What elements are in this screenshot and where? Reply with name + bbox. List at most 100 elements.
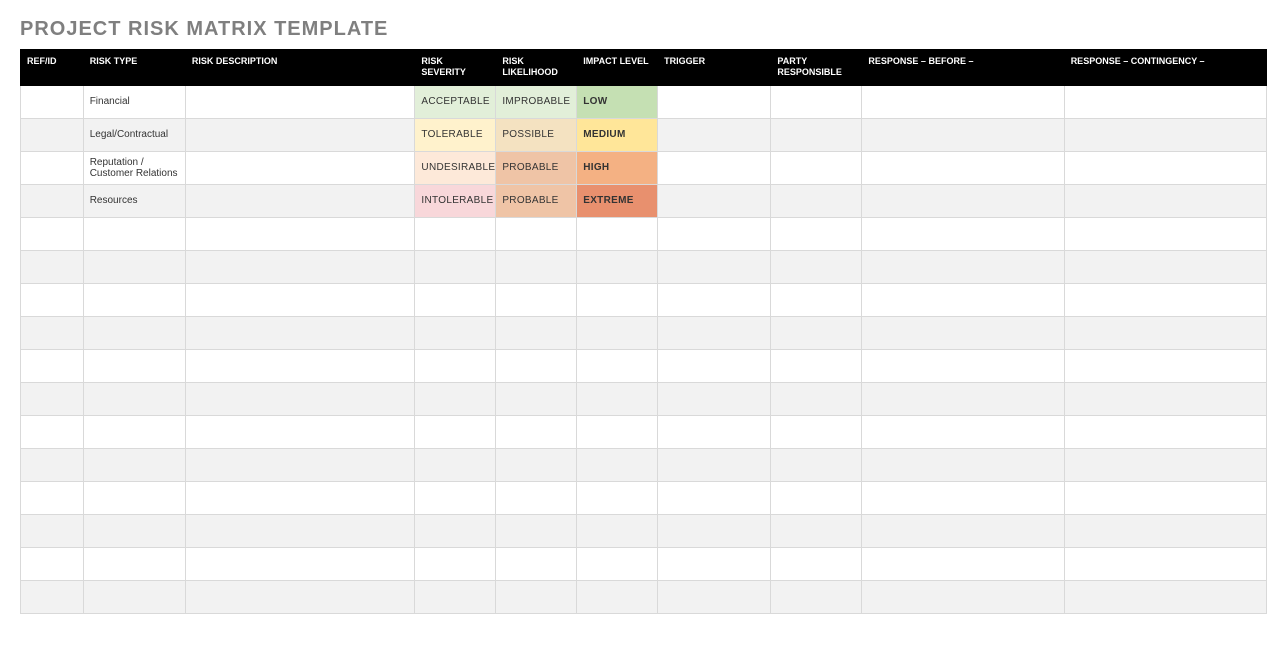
cell-severity[interactable]	[415, 580, 496, 613]
cell-severity[interactable]	[415, 382, 496, 415]
cell-party[interactable]	[771, 382, 862, 415]
cell-desc[interactable]	[185, 580, 415, 613]
cell-before[interactable]	[862, 481, 1064, 514]
cell-severity[interactable]	[415, 316, 496, 349]
cell-impact[interactable]	[577, 547, 658, 580]
cell-party[interactable]	[771, 316, 862, 349]
cell-type[interactable]: Resources	[83, 184, 185, 217]
cell-impact[interactable]	[577, 514, 658, 547]
cell-impact[interactable]	[577, 382, 658, 415]
cell-likelihood[interactable]: POSSIBLE	[496, 118, 577, 151]
cell-severity[interactable]	[415, 250, 496, 283]
cell-desc[interactable]	[185, 151, 415, 184]
cell-likelihood[interactable]: PROBABLE	[496, 151, 577, 184]
cell-desc[interactable]	[185, 514, 415, 547]
cell-severity[interactable]	[415, 448, 496, 481]
cell-desc[interactable]	[185, 184, 415, 217]
cell-before[interactable]	[862, 217, 1064, 250]
cell-type[interactable]	[83, 481, 185, 514]
cell-impact[interactable]	[577, 349, 658, 382]
cell-type[interactable]: Financial	[83, 85, 185, 118]
cell-severity[interactable]: INTOLERABLE	[415, 184, 496, 217]
cell-contingency[interactable]	[1064, 448, 1266, 481]
cell-type[interactable]	[83, 250, 185, 283]
cell-party[interactable]	[771, 283, 862, 316]
cell-likelihood[interactable]	[496, 547, 577, 580]
cell-type[interactable]	[83, 283, 185, 316]
cell-trigger[interactable]	[658, 316, 771, 349]
cell-refid[interactable]	[21, 349, 84, 382]
cell-refid[interactable]	[21, 184, 84, 217]
cell-party[interactable]	[771, 118, 862, 151]
cell-trigger[interactable]	[658, 580, 771, 613]
cell-party[interactable]	[771, 250, 862, 283]
cell-contingency[interactable]	[1064, 283, 1266, 316]
cell-contingency[interactable]	[1064, 382, 1266, 415]
cell-refid[interactable]	[21, 448, 84, 481]
cell-trigger[interactable]	[658, 250, 771, 283]
cell-type[interactable]	[83, 547, 185, 580]
cell-impact[interactable]	[577, 250, 658, 283]
cell-likelihood[interactable]	[496, 250, 577, 283]
cell-trigger[interactable]	[658, 118, 771, 151]
cell-impact[interactable]: LOW	[577, 85, 658, 118]
cell-before[interactable]	[862, 448, 1064, 481]
cell-impact[interactable]: HIGH	[577, 151, 658, 184]
cell-impact[interactable]	[577, 415, 658, 448]
cell-desc[interactable]	[185, 349, 415, 382]
cell-trigger[interactable]	[658, 85, 771, 118]
cell-trigger[interactable]	[658, 481, 771, 514]
cell-likelihood[interactable]: IMPROBABLE	[496, 85, 577, 118]
cell-party[interactable]	[771, 448, 862, 481]
cell-before[interactable]	[862, 547, 1064, 580]
cell-severity[interactable]	[415, 217, 496, 250]
cell-impact[interactable]	[577, 580, 658, 613]
cell-type[interactable]	[83, 382, 185, 415]
cell-impact[interactable]	[577, 217, 658, 250]
cell-before[interactable]	[862, 415, 1064, 448]
cell-likelihood[interactable]	[496, 580, 577, 613]
cell-desc[interactable]	[185, 118, 415, 151]
cell-trigger[interactable]	[658, 151, 771, 184]
cell-party[interactable]	[771, 184, 862, 217]
cell-impact[interactable]	[577, 481, 658, 514]
cell-trigger[interactable]	[658, 184, 771, 217]
cell-desc[interactable]	[185, 316, 415, 349]
cell-before[interactable]	[862, 184, 1064, 217]
cell-type[interactable]	[83, 580, 185, 613]
cell-contingency[interactable]	[1064, 547, 1266, 580]
cell-refid[interactable]	[21, 481, 84, 514]
cell-refid[interactable]	[21, 217, 84, 250]
cell-severity[interactable]	[415, 415, 496, 448]
cell-refid[interactable]	[21, 118, 84, 151]
cell-before[interactable]	[862, 85, 1064, 118]
cell-severity[interactable]: UNDESIRABLE	[415, 151, 496, 184]
cell-type[interactable]	[83, 514, 185, 547]
cell-severity[interactable]	[415, 514, 496, 547]
cell-severity[interactable]	[415, 349, 496, 382]
cell-before[interactable]	[862, 118, 1064, 151]
cell-before[interactable]	[862, 283, 1064, 316]
cell-contingency[interactable]	[1064, 217, 1266, 250]
cell-party[interactable]	[771, 151, 862, 184]
cell-desc[interactable]	[185, 448, 415, 481]
cell-severity[interactable]: ACCEPTABLE	[415, 85, 496, 118]
cell-likelihood[interactable]	[496, 415, 577, 448]
cell-before[interactable]	[862, 316, 1064, 349]
cell-party[interactable]	[771, 481, 862, 514]
cell-refid[interactable]	[21, 547, 84, 580]
cell-refid[interactable]	[21, 151, 84, 184]
cell-likelihood[interactable]	[496, 283, 577, 316]
cell-contingency[interactable]	[1064, 349, 1266, 382]
cell-likelihood[interactable]	[496, 514, 577, 547]
cell-likelihood[interactable]	[496, 481, 577, 514]
cell-party[interactable]	[771, 85, 862, 118]
cell-refid[interactable]	[21, 382, 84, 415]
cell-before[interactable]	[862, 580, 1064, 613]
cell-impact[interactable]: EXTREME	[577, 184, 658, 217]
cell-impact[interactable]	[577, 448, 658, 481]
cell-party[interactable]	[771, 349, 862, 382]
cell-contingency[interactable]	[1064, 250, 1266, 283]
cell-desc[interactable]	[185, 283, 415, 316]
cell-impact[interactable]: MEDIUM	[577, 118, 658, 151]
